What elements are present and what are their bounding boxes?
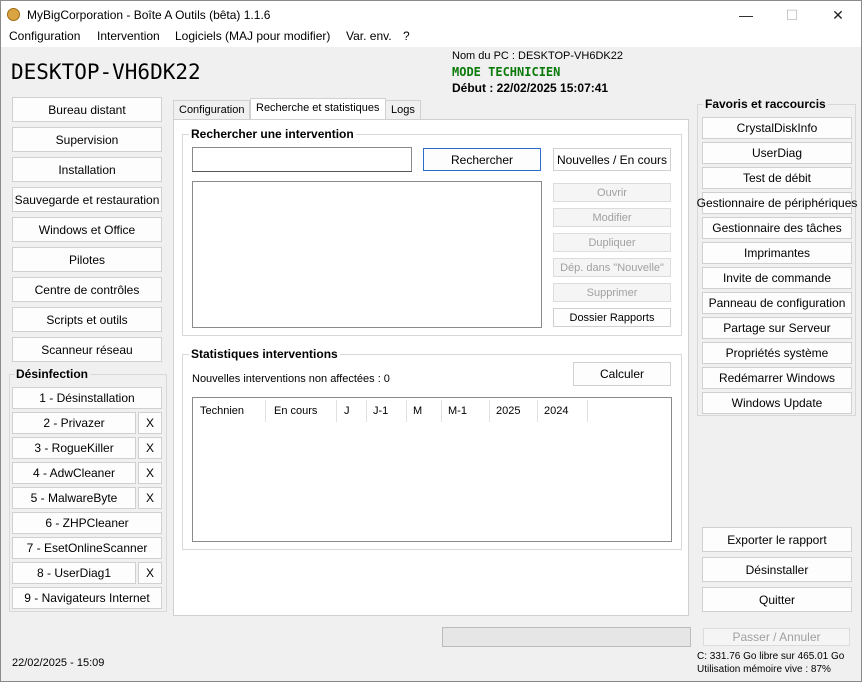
nav-scanneur-reseau[interactable]: Scanneur réseau bbox=[12, 337, 162, 362]
shortcut-restart-windows[interactable]: Redémarrer Windows bbox=[702, 367, 852, 389]
desinfection-item[interactable]: 7 - EsetOnlineScanner bbox=[12, 537, 162, 559]
desinfection-remove-button[interactable]: X bbox=[138, 462, 162, 484]
uninstall-button[interactable]: Désinstaller bbox=[702, 557, 852, 582]
column-header[interactable]: 2025 bbox=[490, 400, 538, 422]
delete-button[interactable]: Supprimer bbox=[553, 283, 671, 302]
menu-var-env[interactable]: Var. env. bbox=[346, 29, 392, 43]
window-title: MyBigCorporation - Boîte A Outils (bêta)… bbox=[27, 8, 271, 22]
shortcut-speed-test[interactable]: Test de débit bbox=[702, 167, 852, 189]
footer-datetime: 22/02/2025 - 15:09 bbox=[12, 657, 105, 669]
unassigned-count: Nouvelles interventions non affectées : … bbox=[192, 373, 390, 385]
nav-pilotes[interactable]: Pilotes bbox=[12, 247, 162, 272]
close-button[interactable]: ✕ bbox=[815, 1, 861, 29]
disk-space-status: C: 331.76 Go libre sur 465.01 Go bbox=[697, 651, 845, 662]
desinfection-item[interactable]: 5 - MalwareByte bbox=[12, 487, 136, 509]
desinfection-item[interactable]: 6 - ZHPCleaner bbox=[12, 512, 162, 534]
desinfection-remove-button[interactable]: X bbox=[138, 437, 162, 459]
desinfection-title: Désinfection bbox=[14, 367, 91, 381]
shortcut-crystaldiskinfo[interactable]: CrystalDiskInfo bbox=[702, 117, 852, 139]
shortcut-userdiag[interactable]: UserDiag bbox=[702, 142, 852, 164]
menu-bar: Configuration Intervention Logiciels (MA… bbox=[1, 27, 861, 47]
shortcut-printers[interactable]: Imprimantes bbox=[702, 242, 852, 264]
tab-recherche-statistiques[interactable]: Recherche et statistiques bbox=[250, 98, 386, 120]
desinfection-remove-button[interactable]: X bbox=[138, 562, 162, 584]
memory-usage-status: Utilisation mémoire vive : 87% bbox=[697, 664, 831, 675]
column-header[interactable]: M-1 bbox=[442, 400, 490, 422]
search-input[interactable] bbox=[192, 147, 412, 172]
column-header[interactable]: En cours bbox=[268, 400, 337, 422]
app-icon bbox=[7, 8, 20, 21]
column-header[interactable]: Technien bbox=[194, 400, 266, 422]
shortcut-server-share[interactable]: Partage sur Serveur bbox=[702, 317, 852, 339]
modify-button[interactable]: Modifier bbox=[553, 208, 671, 227]
nav-supervision[interactable]: Supervision bbox=[12, 127, 162, 152]
desinfection-item[interactable]: 1 - Désinstallation bbox=[12, 387, 162, 409]
menu-configuration[interactable]: Configuration bbox=[9, 29, 80, 43]
nav-sauvegarde[interactable]: Sauvegarde et restauration bbox=[12, 187, 162, 212]
desinfection-remove-button[interactable]: X bbox=[138, 412, 162, 434]
pc-name-label: Nom du PC : DESKTOP-VH6DK22 bbox=[452, 50, 623, 62]
desinfection-item[interactable]: 3 - RogueKiller bbox=[12, 437, 136, 459]
desinfection-item[interactable]: 4 - AdwCleaner bbox=[12, 462, 136, 484]
column-header[interactable]: J bbox=[338, 400, 367, 422]
desinfection-remove-button[interactable]: X bbox=[138, 487, 162, 509]
search-button[interactable]: Rechercher bbox=[423, 148, 541, 171]
minimize-button[interactable]: — bbox=[723, 1, 769, 29]
stats-title: Statistiques interventions bbox=[189, 347, 340, 361]
menu-intervention[interactable]: Intervention bbox=[97, 29, 160, 43]
shortcut-windows-update[interactable]: Windows Update bbox=[702, 392, 852, 414]
new-interventions-button[interactable]: Nouvelles / En cours bbox=[553, 148, 671, 171]
shortcut-control-panel[interactable]: Panneau de configuration bbox=[702, 292, 852, 314]
nav-centre-controles[interactable]: Centre de contrôles bbox=[12, 277, 162, 302]
tab-configuration[interactable]: Configuration bbox=[173, 100, 251, 120]
nav-scripts-outils[interactable]: Scripts et outils bbox=[12, 307, 162, 332]
compute-button[interactable]: Calculer bbox=[573, 362, 671, 386]
tab-logs[interactable]: Logs bbox=[385, 100, 421, 120]
open-button[interactable]: Ouvrir bbox=[553, 183, 671, 202]
desinfection-item[interactable]: 8 - UserDiag1 bbox=[12, 562, 136, 584]
shortcut-device-manager[interactable]: Gestionnaire de périphériques bbox=[697, 192, 857, 214]
move-to-new-button[interactable]: Dép. dans "Nouvelle" bbox=[553, 258, 671, 277]
column-header[interactable]: J-1 bbox=[367, 400, 407, 422]
nav-windows-office[interactable]: Windows et Office bbox=[12, 217, 162, 242]
interventions-list[interactable] bbox=[192, 181, 542, 328]
quit-button[interactable]: Quitter bbox=[702, 587, 852, 612]
menu-logiciels[interactable]: Logiciels (MAJ pour modifier) bbox=[175, 29, 330, 43]
skip-cancel-button[interactable]: Passer / Annuler bbox=[703, 628, 850, 646]
favorites-title: Favoris et raccourcis bbox=[703, 97, 828, 111]
column-header[interactable]: 2024 bbox=[538, 400, 588, 422]
maximize-button[interactable]: ☐ bbox=[769, 1, 815, 29]
nav-installation[interactable]: Installation bbox=[12, 157, 162, 182]
start-time-label: Début : 22/02/2025 15:07:41 bbox=[452, 81, 609, 95]
progress-bar bbox=[442, 627, 691, 647]
search-title: Rechercher une intervention bbox=[189, 127, 356, 141]
column-header[interactable]: M bbox=[407, 400, 442, 422]
shortcut-system-properties[interactable]: Propriétés système bbox=[702, 342, 852, 364]
shortcut-task-manager[interactable]: Gestionnaire des tâches bbox=[702, 217, 852, 239]
menu-help[interactable]: ? bbox=[403, 29, 410, 43]
desinfection-item[interactable]: 2 - Privazer bbox=[12, 412, 136, 434]
export-report-button[interactable]: Exporter le rapport bbox=[702, 527, 852, 552]
duplicate-button[interactable]: Dupliquer bbox=[553, 233, 671, 252]
nav-bureau-distant[interactable]: Bureau distant bbox=[12, 97, 162, 122]
title-bar: MyBigCorporation - Boîte A Outils (bêta)… bbox=[1, 1, 861, 29]
mode-label: MODE TECHNICIEN bbox=[452, 65, 561, 79]
desinfection-item[interactable]: 9 - Navigateurs Internet bbox=[12, 587, 162, 609]
app-window: MyBigCorporation - Boîte A Outils (bêta)… bbox=[0, 0, 862, 682]
pc-name-heading: DESKTOP-VH6DK22 bbox=[11, 60, 201, 84]
reports-folder-button[interactable]: Dossier Rapports bbox=[553, 308, 671, 327]
shortcut-command-prompt[interactable]: Invite de commande bbox=[702, 267, 852, 289]
